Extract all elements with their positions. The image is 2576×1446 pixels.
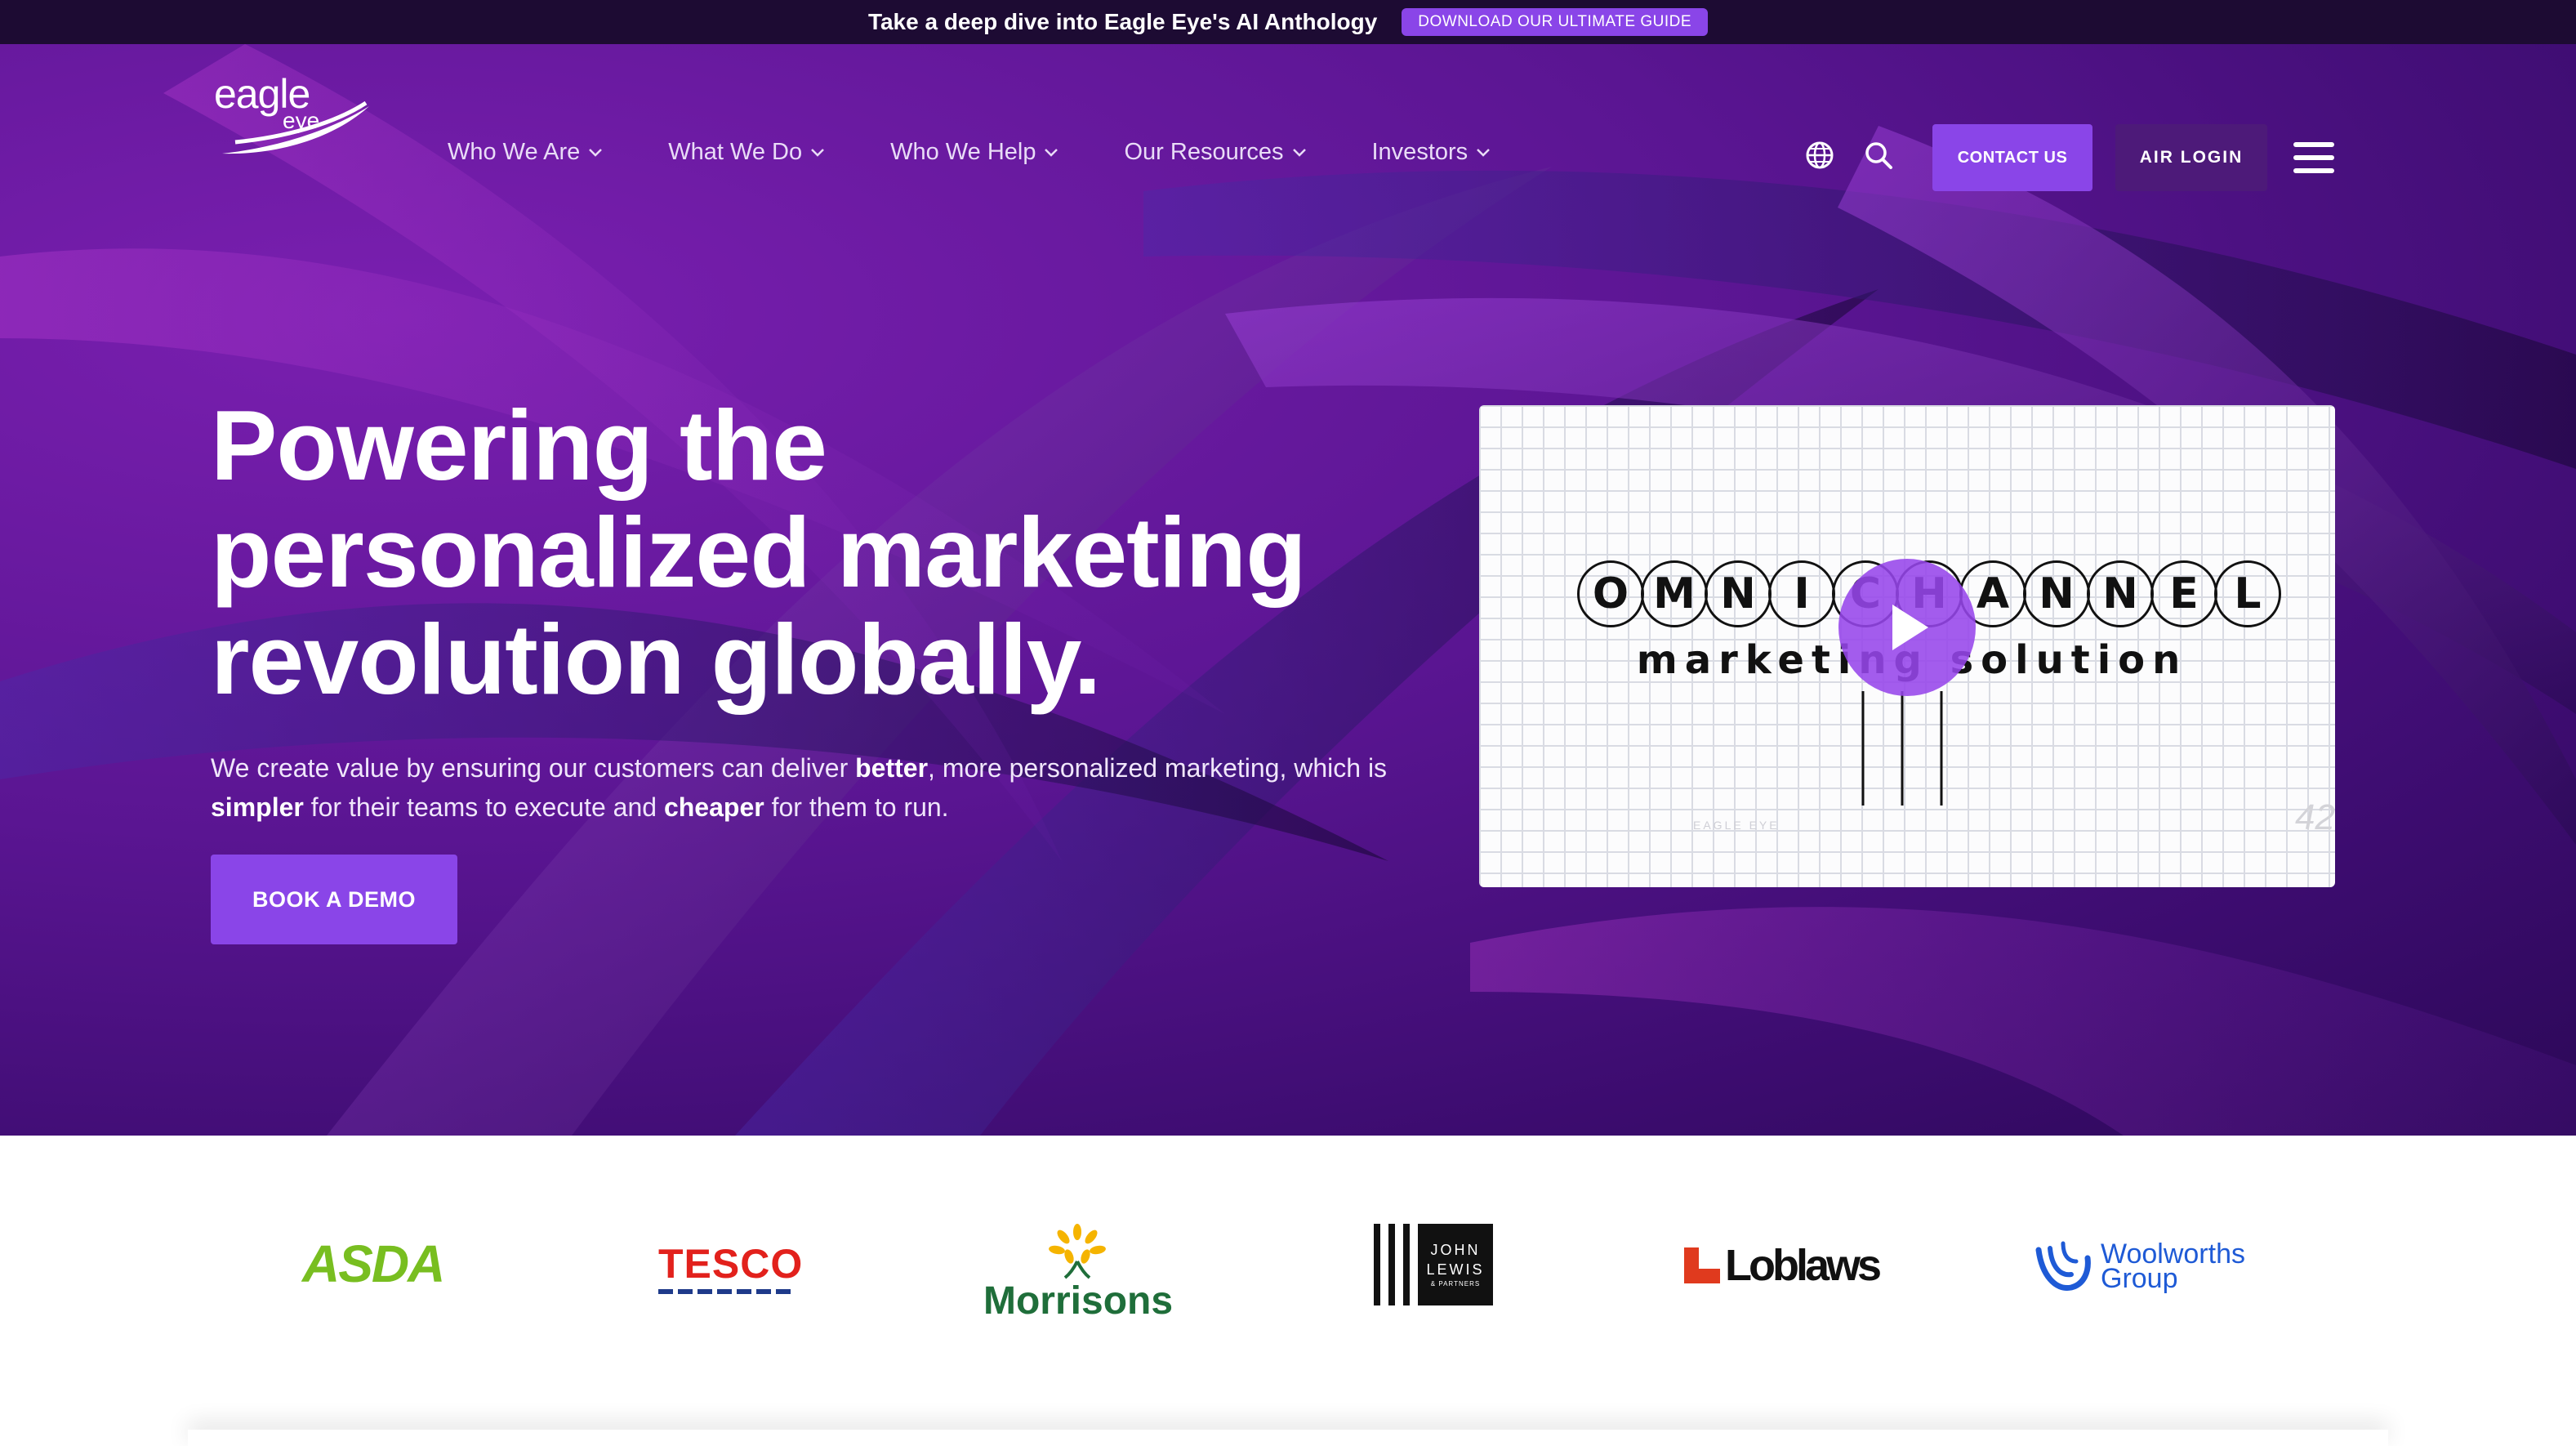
john-lewis-logo: JOHN LEWIS & PARTNERS [1374,1224,1493,1305]
nav-label: Who We Are [448,139,581,165]
woolworths-text: Woolworths Group [2101,1240,2245,1294]
woolworths-w-icon [2035,1241,2091,1291]
subtext-part: We create value by ensuring our customer… [211,753,856,783]
headline-line-3: revolution globally. [211,604,1101,715]
loblaws-l-icon [1684,1247,1720,1283]
headline-line-2: personalized marketing [211,497,1307,608]
chevron-down-icon [1292,148,1306,157]
announcement-text: Take a deep dive into Eagle Eye's AI Ant… [867,9,1378,34]
morrisons-wordmark: Morrisons [983,1279,1174,1323]
nav-menu: Who We Are What We Do Who We Help Our Re… [448,139,1491,166]
video-letter: N [1705,560,1772,627]
chevron-down-icon [1045,148,1058,157]
search-icon[interactable] [1862,139,1895,172]
nav-label: Our Resources [1124,139,1284,165]
tesco-logo: TESCO [658,1240,803,1294]
video-watermark: EAGLE EYE [1693,819,1780,832]
john-lewis-line-2: LEWIS [1426,1261,1485,1278]
video-letter: I [1768,560,1835,627]
subtext-part: for them to run. [764,792,949,822]
hero-section: eagle eye Who We Are What We Do Who We H… [0,44,2576,1136]
main-navigation: eagle eye Who We Are What We Do Who We H… [0,44,2576,191]
nav-label: What We Do [668,139,803,165]
nav-what-we-do[interactable]: What We Do [668,139,825,166]
nav-our-resources[interactable]: Our Resources [1124,139,1306,166]
video-letter: E [2150,560,2217,627]
logo-swoosh-icon [222,101,369,154]
morrisons-logo: Morrisons [983,1222,1174,1323]
download-guide-button[interactable]: DOWNLOAD OUR ULTIMATE GUIDE [1402,8,1709,36]
morrisons-flower-icon [1049,1224,1106,1279]
hero-headline: Powering the personalized marketing revo… [211,392,1436,713]
play-button-icon[interactable] [1838,559,1976,696]
video-letter: N [2087,560,2154,627]
woolworths-line-2: Group [2101,1263,2178,1294]
woolworths-logo: Woolworths Group [2030,1234,2245,1299]
nav-investors[interactable]: Investors [1372,139,1491,166]
asda-logo: ASDA [302,1234,445,1293]
tesco-stripes [658,1289,803,1294]
subtext-emphasis-better: better [855,753,929,783]
hamburger-menu-icon[interactable] [2293,142,2334,175]
subtext-emphasis-cheaper: cheaper [663,792,764,822]
loblaws-wordmark: Loblaws [1725,1241,1882,1290]
tesco-wordmark: TESCO [658,1241,804,1287]
nav-who-we-are[interactable]: Who We Are [448,139,603,166]
video-letter: M [1641,560,1708,627]
video-player[interactable]: O M N I C H A N N E L marketing solution… [1479,405,2335,887]
play-triangle-icon [1892,605,1928,650]
globe-icon[interactable] [1803,139,1836,172]
chevron-down-icon [1477,148,1491,157]
next-section-card-edge [188,1430,2388,1446]
nav-label: Investors [1371,139,1468,165]
video-letter: N [2023,560,2090,627]
john-lewis-line-3: & PARTNERS [1430,1280,1481,1288]
nav-label: Who We Help [890,139,1036,165]
chevron-down-icon [811,148,824,157]
chevron-down-icon [589,148,603,157]
video-letter: O [1577,560,1644,627]
contact-us-button[interactable]: CONTACT US [1932,124,2092,191]
headline-line-1: Powering the [211,390,827,501]
hero-subtext: We create value by ensuring our customer… [211,748,1452,827]
announcement-bar: Take a deep dive into Eagle Eye's AI Ant… [0,0,2576,44]
video-letter: L [2214,560,2281,627]
subtext-part: , more personalized marketing, which is [928,753,1388,783]
subtext-part: for their teams to execute and [303,792,664,822]
subtext-emphasis-simpler: simpler [211,792,304,822]
nav-who-we-help[interactable]: Who We Help [890,139,1058,166]
book-demo-button[interactable]: BOOK A DEMO [211,855,457,944]
video-decorative-lines [1861,691,1943,806]
eagle-eye-logo[interactable]: eagle eye [211,69,374,158]
john-lewis-line-1: JOHN [1430,1242,1481,1258]
john-lewis-box: JOHN LEWIS & PARTNERS [1418,1224,1493,1305]
air-login-button[interactable]: AIR LOGIN [2115,124,2267,191]
loblaws-logo: Loblaws [1684,1240,1882,1291]
video-corner-number: 42 [2295,797,2335,837]
